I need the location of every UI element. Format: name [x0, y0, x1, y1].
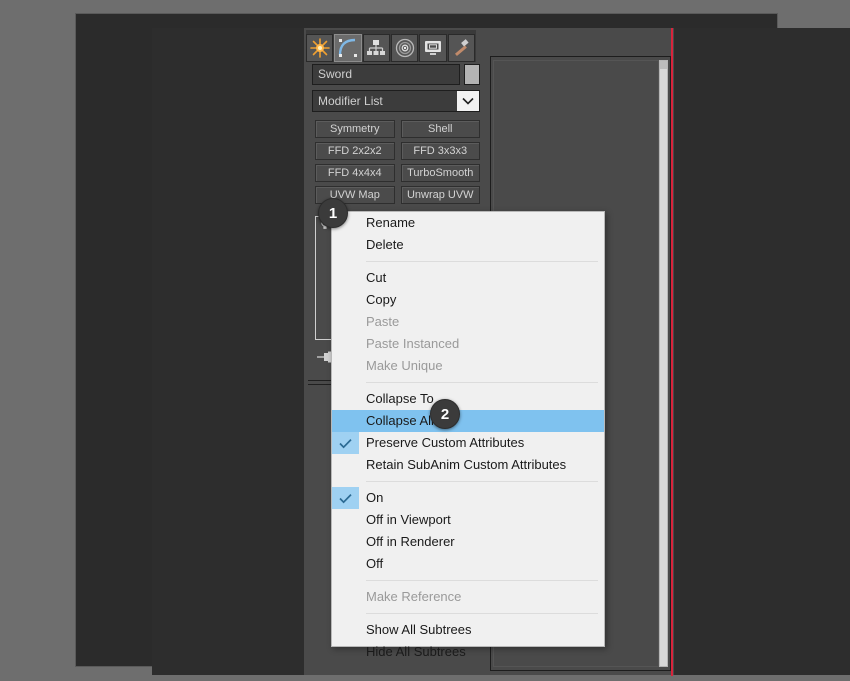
menu-separator	[366, 261, 598, 262]
display-tab[interactable]	[419, 34, 446, 62]
modify-tab[interactable]	[334, 34, 361, 62]
viewport-divider-red	[671, 28, 673, 676]
step-badge-2: 2	[430, 399, 460, 429]
menu-separator	[366, 481, 598, 482]
menu-item-delete[interactable]: Delete	[332, 234, 604, 256]
menu-item-retain-subanim-custom-attributes[interactable]: Retain SubAnim Custom Attributes	[332, 454, 604, 476]
menu-item-hide-all-subtrees[interactable]: Hide All Subtrees	[332, 641, 604, 663]
hierarchy-tree-icon	[366, 38, 386, 58]
object-color-swatch[interactable]	[464, 64, 480, 85]
menu-item-label: On	[366, 490, 383, 505]
checkmark-icon	[332, 432, 359, 454]
step-badge-1: 1	[318, 198, 348, 228]
modifier-button-unwrap-uvw[interactable]: Unwrap UVW	[401, 186, 481, 204]
menu-separator	[366, 613, 598, 614]
menu-item-preserve-custom-attributes[interactable]: Preserve Custom Attributes	[332, 432, 604, 454]
menu-item-off-in-renderer[interactable]: Off in Renderer	[332, 531, 604, 553]
viewport-right[interactable]	[674, 28, 850, 675]
modifier-stack-context-menu: Rename Delete Cut Copy Paste Paste Insta…	[331, 211, 605, 647]
checkmark-icon	[332, 487, 359, 509]
menu-item-show-all-subtrees[interactable]: Show All Subtrees	[332, 619, 604, 641]
menu-item-make-reference: Make Reference	[332, 586, 604, 608]
bulb-spacer	[319, 233, 330, 244]
viewport-left[interactable]	[152, 28, 304, 675]
menu-item-paste-instanced: Paste Instanced	[332, 333, 604, 355]
menu-item-cut[interactable]: Cut	[332, 267, 604, 289]
modifier-button-turbosmooth[interactable]: TurboSmooth	[401, 164, 481, 182]
menu-item-copy[interactable]: Copy	[332, 289, 604, 311]
modifier-button-row: FFD 4x4x4 TurboSmooth	[315, 164, 480, 182]
chevron-down-icon[interactable]	[457, 91, 479, 111]
menu-item-paste: Paste	[332, 311, 604, 333]
menu-separator	[366, 382, 598, 383]
modifier-sets-buttons: Symmetry Shell FFD 2x2x2 FFD 3x3x3 FFD 4…	[315, 120, 480, 208]
modifier-button-shell[interactable]: Shell	[401, 120, 481, 138]
command-panel-tabs	[306, 30, 476, 62]
modifier-button-ffd-4x4x4[interactable]: FFD 4x4x4	[315, 164, 395, 182]
menu-item-collapse-all[interactable]: Collapse All	[332, 410, 604, 432]
hierarchy-tab[interactable]	[363, 34, 390, 62]
modifier-list-label: Modifier List	[318, 94, 383, 108]
monitor-icon	[423, 38, 443, 58]
create-tab[interactable]	[306, 34, 333, 62]
menu-item-off-in-viewport[interactable]: Off in Viewport	[332, 509, 604, 531]
object-name-input[interactable]: Sword	[312, 64, 460, 85]
modifier-button-row: FFD 2x2x2 FFD 3x3x3	[315, 142, 480, 160]
hammer-icon	[451, 38, 471, 58]
menu-item-rename[interactable]: Rename	[332, 212, 604, 234]
menu-item-label: Preserve Custom Attributes	[366, 435, 524, 450]
modifier-button-ffd-3x3x3[interactable]: FFD 3x3x3	[401, 142, 481, 160]
menu-item-collapse-to[interactable]: Collapse To	[332, 388, 604, 410]
modifier-button-ffd-2x2x2[interactable]: FFD 2x2x2	[315, 142, 395, 160]
object-name-row: Sword	[312, 64, 480, 85]
screenshot-root: Sword Modifier List Symmetry Shell FFD 2…	[0, 0, 850, 681]
rollout-scrollbar[interactable]	[659, 60, 668, 667]
concentric-circles-icon	[395, 38, 415, 58]
modifier-button-symmetry[interactable]: Symmetry	[315, 120, 395, 138]
menu-item-on[interactable]: On	[332, 487, 604, 509]
motion-tab[interactable]	[391, 34, 418, 62]
menu-item-off[interactable]: Off	[332, 553, 604, 575]
menu-item-make-unique: Make Unique	[332, 355, 604, 377]
menu-separator	[366, 580, 598, 581]
scrollbar-thumb[interactable]	[660, 61, 667, 69]
modifier-button-row: Symmetry Shell	[315, 120, 480, 138]
utilities-tab[interactable]	[448, 34, 475, 62]
curve-arc-icon	[338, 38, 358, 58]
star-burst-icon	[310, 38, 330, 58]
modifier-list-dropdown[interactable]: Modifier List	[312, 90, 480, 112]
